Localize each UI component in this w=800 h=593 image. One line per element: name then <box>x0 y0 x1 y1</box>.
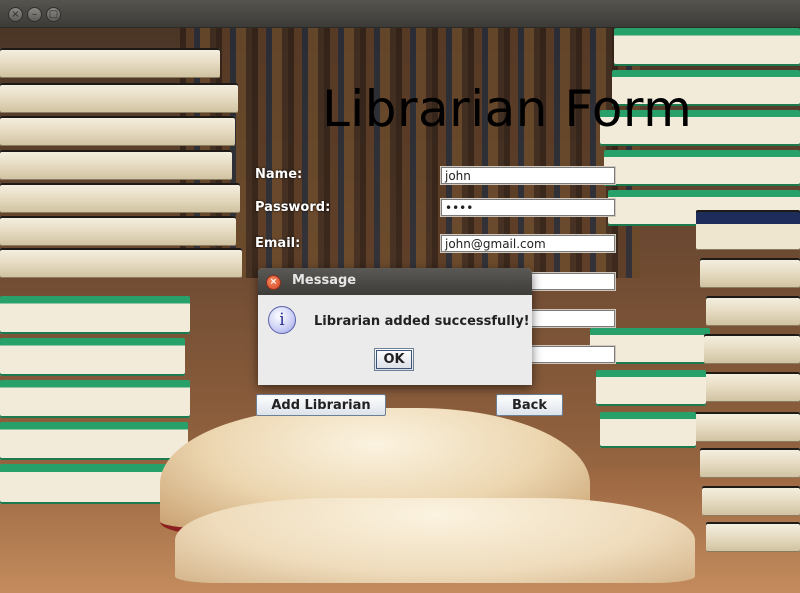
password-label: Password: <box>255 200 331 215</box>
dialog-close-icon[interactable]: × <box>266 275 281 290</box>
window-titlebar: × – □ <box>0 0 800 28</box>
email-label: Email: <box>255 236 301 251</box>
info-icon: i <box>268 306 296 334</box>
window-minimize-icon[interactable]: – <box>27 7 42 22</box>
name-field[interactable]: john <box>441 167 615 184</box>
back-button[interactable]: Back <box>496 394 563 416</box>
dialog-message: Librarian added successfully! <box>314 314 530 329</box>
dialog-title: Message <box>292 273 357 288</box>
email-field[interactable]: john@gmail.com <box>441 235 615 252</box>
name-label: Name: <box>255 167 303 182</box>
form-title: Librarian Form <box>322 80 693 138</box>
window-close-icon[interactable]: × <box>8 7 23 22</box>
add-librarian-button[interactable]: Add Librarian <box>256 394 386 416</box>
open-book-front <box>175 498 695 583</box>
window-maximize-icon[interactable]: □ <box>46 7 61 22</box>
dialog-titlebar: × Message <box>258 268 532 295</box>
message-dialog: × Message i Librarian added successfully… <box>258 268 532 385</box>
password-field[interactable]: •••• <box>441 199 615 216</box>
ok-button[interactable]: OK <box>374 348 414 371</box>
